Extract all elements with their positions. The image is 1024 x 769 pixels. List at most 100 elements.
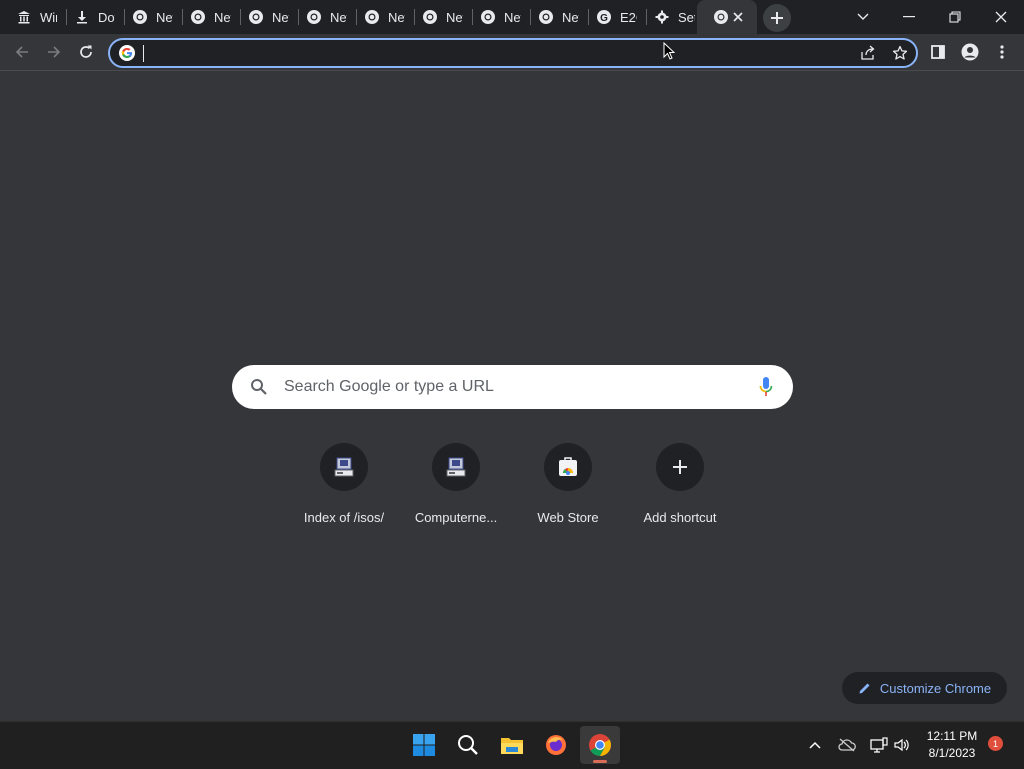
tab-title: New [214,9,231,25]
plus-icon [673,460,687,474]
shortcut-label: Web Store [537,510,599,525]
side-panel-icon [931,45,945,59]
restore-button[interactable] [932,0,978,34]
shortcut-label: Computerne... [414,510,498,525]
chrome-icon [713,9,729,25]
chrome-icon [190,9,206,25]
plus-icon [771,12,783,24]
google-icon [119,45,135,61]
tab-new-3[interactable]: New [232,0,289,34]
tab-title: New [330,9,347,25]
minimize-button[interactable] [886,0,932,34]
clock-time: 12:11 PM [926,729,978,743]
tab-title: New [504,9,521,25]
shortcut-tile [656,443,704,491]
tab-title: E2C [620,9,637,25]
tab-active-new-tab[interactable] [697,0,757,34]
tab-search-button[interactable] [840,0,886,34]
tab-download[interactable]: Dov [58,0,115,34]
chrome-icon [538,9,554,25]
shortcut-computerne[interactable]: Computerne... [400,443,512,525]
search-icon [251,379,267,395]
shortcut-label: Add shortcut [643,510,717,525]
arrow-right-icon [48,46,61,58]
onedrive-icon[interactable] [836,734,858,756]
tab-settings[interactable]: Set [638,0,695,34]
tab-title: Set [678,9,695,25]
web-store-icon [559,457,577,476]
browser-toolbar [0,34,1024,71]
tab-title: Wir [40,9,57,25]
tab-title: New [446,9,463,25]
tab-title: Dov [98,9,115,25]
shortcut-tile [320,443,368,491]
close-window-button[interactable] [978,0,1024,34]
ntp-search-box[interactable]: Search Google or type a URL [232,365,793,409]
back-button[interactable] [8,38,36,66]
tab-e2c[interactable]: G E2C [580,0,637,34]
microphone-icon[interactable] [759,376,773,398]
tab-new-6[interactable]: New [406,0,463,34]
chrome-taskbar-button[interactable] [580,726,620,764]
show-hidden-icons-button[interactable] [804,734,826,756]
tab-new-8[interactable]: New [522,0,579,34]
chrome-icon [422,9,438,25]
file-explorer-button[interactable] [492,726,532,764]
bank-icon [16,9,32,25]
address-input[interactable] [142,43,842,63]
new-tab-button[interactable] [763,4,791,32]
tab-new-7[interactable]: New [464,0,521,34]
taskbar-search-button[interactable] [448,726,488,764]
shortcut-tile [432,443,480,491]
server-icon [334,457,354,477]
folder-icon [501,738,523,754]
volume-icon[interactable] [891,734,913,756]
pencil-icon [859,683,870,694]
gear-icon [654,9,670,25]
windows-logo-icon [413,734,435,756]
active-app-indicator [593,760,607,763]
address-bar[interactable] [108,38,918,68]
tab-new-2[interactable]: New [174,0,231,34]
search-icon [458,735,478,755]
tab-new-1[interactable]: New [116,0,173,34]
close-icon [995,11,1007,23]
start-button[interactable] [404,726,444,764]
customize-chrome-button[interactable]: Customize Chrome [842,672,1007,704]
shortcut-web-store[interactable]: Web Store [512,443,624,525]
profile-button[interactable] [956,38,984,66]
chrome-icon [364,9,380,25]
person-icon [961,43,979,61]
svg-text:G: G [600,13,608,24]
mouse-cursor-icon [663,42,675,60]
bookmark-star-icon[interactable] [890,43,910,63]
reload-button[interactable] [72,38,100,66]
arrow-left-icon [15,46,28,58]
chrome-icon [132,9,148,25]
shortcut-label: Index of /isos/ [303,510,385,525]
chrome-icon [248,9,264,25]
clock-date: 8/1/2023 [928,746,976,760]
firefox-icon [546,735,566,755]
server-icon [446,457,466,477]
tab-new-4[interactable]: New [290,0,347,34]
forward-button[interactable] [40,38,68,66]
notification-badge[interactable]: 1 [988,736,1003,751]
chrome-icon [306,9,322,25]
menu-button[interactable] [988,38,1016,66]
chrome-icon [589,734,611,756]
close-tab-icon[interactable] [732,11,744,23]
chevron-up-icon [809,741,821,749]
tab-title: New [388,9,405,25]
tab-wir[interactable]: Wir [0,0,57,34]
tab-new-5[interactable]: New [348,0,405,34]
share-icon[interactable] [858,43,878,63]
network-icon[interactable] [868,734,890,756]
side-panel-button[interactable] [924,38,952,66]
shortcut-index-isos[interactable]: Index of /isos/ [288,443,400,525]
add-shortcut-button[interactable]: Add shortcut [624,443,736,525]
system-clock[interactable]: 12:11 PM 8/1/2023 [920,728,984,762]
restore-icon [949,11,961,23]
google-icon: G [596,9,612,25]
firefox-button[interactable] [536,726,576,764]
